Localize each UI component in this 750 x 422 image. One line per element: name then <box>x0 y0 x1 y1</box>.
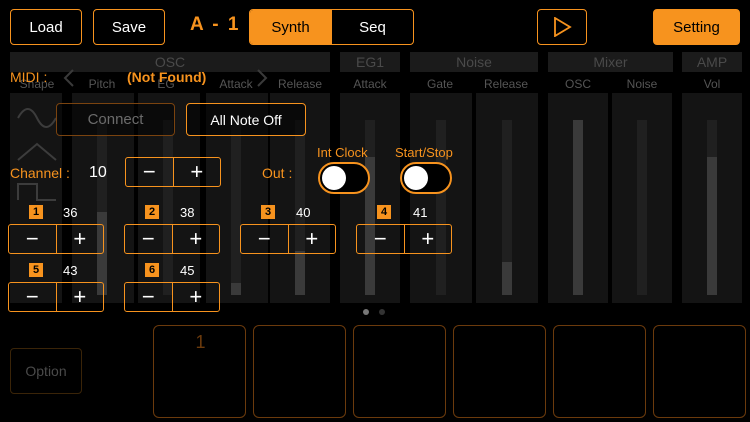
save-button[interactable]: Save <box>93 9 165 45</box>
param-label: Attack <box>353 77 387 91</box>
noise-release-slider[interactable] <box>502 120 512 295</box>
mode-tabs: Synth Seq <box>249 9 414 45</box>
section-mixer: Mixer <box>593 54 628 70</box>
option-label: Option <box>25 363 67 379</box>
note-value-2: 38 <box>180 205 195 220</box>
load-label: Load <box>29 18 63 36</box>
connect-label: Connect <box>87 111 144 128</box>
pad-4[interactable] <box>453 325 546 418</box>
midi-status: (Not Found) <box>127 69 207 85</box>
note-stepper-4: − + <box>356 224 452 254</box>
pitch-slider[interactable] <box>97 120 107 295</box>
channel-minus-button[interactable]: − <box>126 158 173 186</box>
note-value-6: 45 <box>180 263 195 278</box>
note-5-minus-button[interactable]: − <box>9 283 56 311</box>
vol-slider[interactable] <box>707 120 717 295</box>
note-stepper-1: − + <box>8 224 104 254</box>
all-note-off-button[interactable]: All Note Off <box>186 103 306 136</box>
param-label: Release <box>277 77 323 91</box>
chevron-right-icon[interactable] <box>255 68 269 88</box>
note-3-minus-button[interactable]: − <box>241 225 288 253</box>
channel-plus-button[interactable]: + <box>172 158 221 186</box>
note-2-plus-button[interactable]: + <box>171 225 220 253</box>
eg-slider[interactable] <box>163 120 173 295</box>
param-label: Pitch <box>88 77 116 91</box>
note-6-plus-button[interactable]: + <box>171 283 220 311</box>
option-button[interactable]: Option <box>10 348 82 394</box>
note-stepper-6: − + <box>124 282 220 312</box>
note-value-3: 40 <box>296 205 311 220</box>
section-osc: OSC <box>154 54 186 70</box>
pad-2[interactable] <box>253 325 346 418</box>
chevron-left-icon[interactable] <box>62 68 76 88</box>
section-eg1: EG1 <box>355 54 384 70</box>
note-badge-4: 4 <box>377 205 391 219</box>
note-stepper-2: − + <box>124 224 220 254</box>
param-label: OSC <box>564 77 591 91</box>
pad-1-label: 1 <box>195 332 206 352</box>
note-3-plus-button[interactable]: + <box>287 225 336 253</box>
mixer-noise-slider[interactable] <box>637 120 647 295</box>
mixer-osc-slider[interactable] <box>573 120 583 295</box>
page-dot[interactable] <box>379 309 385 315</box>
section-amp: AMP <box>696 54 728 70</box>
connect-button[interactable]: Connect <box>56 103 175 136</box>
pad-5[interactable] <box>553 325 646 418</box>
param-label: Gate <box>426 77 453 91</box>
note-badge-2: 2 <box>145 205 159 219</box>
note-badge-5: 5 <box>29 263 43 277</box>
attack-slider[interactable] <box>231 120 241 295</box>
tab-synth[interactable]: Synth <box>250 10 331 44</box>
note-stepper-5: − + <box>8 282 104 312</box>
patch-title: A - 1 <box>190 14 241 35</box>
load-button[interactable]: Load <box>10 9 82 45</box>
play-icon <box>554 17 572 37</box>
note-badge-1: 1 <box>29 205 43 219</box>
note-badge-3: 3 <box>261 205 275 219</box>
all-note-off-label: All Note Off <box>210 111 282 128</box>
setting-button[interactable]: Setting <box>653 9 740 45</box>
channel-label: Channel : <box>10 165 70 181</box>
param-label: Release <box>483 77 529 91</box>
channel-value: 10 <box>89 164 107 181</box>
tab-seq[interactable]: Seq <box>331 10 413 44</box>
midi-label: MIDI : <box>10 69 48 85</box>
pad-3[interactable] <box>353 325 446 418</box>
note-value-1: 36 <box>63 205 78 220</box>
note-value-5: 43 <box>63 263 78 278</box>
note-4-minus-button[interactable]: − <box>357 225 404 253</box>
note-1-plus-button[interactable]: + <box>55 225 104 253</box>
param-label: Vol <box>703 77 721 91</box>
note-stepper-3: − + <box>240 224 336 254</box>
note-4-plus-button[interactable]: + <box>403 225 452 253</box>
note-badge-6: 6 <box>145 263 159 277</box>
start-stop-label: Start/Stop <box>395 145 453 160</box>
save-label: Save <box>111 18 147 36</box>
section-noise: Noise <box>456 54 492 70</box>
pad-6[interactable] <box>653 325 746 418</box>
note-1-minus-button[interactable]: − <box>9 225 56 253</box>
page-dot-active[interactable] <box>363 309 369 315</box>
int-clock-toggle[interactable] <box>318 162 370 194</box>
note-value-4: 41 <box>413 205 428 220</box>
param-label: Noise <box>626 77 658 91</box>
channel-stepper: − + <box>125 157 221 187</box>
int-clock-label: Int Clock <box>317 145 368 160</box>
setting-label: Setting <box>673 18 720 36</box>
note-6-minus-button[interactable]: − <box>125 283 172 311</box>
play-button[interactable] <box>537 9 587 45</box>
note-2-minus-button[interactable]: − <box>125 225 172 253</box>
note-5-plus-button[interactable]: + <box>55 283 104 311</box>
start-stop-toggle[interactable] <box>400 162 452 194</box>
pad-1[interactable]: 1 <box>153 325 246 418</box>
out-label: Out : <box>262 165 293 181</box>
